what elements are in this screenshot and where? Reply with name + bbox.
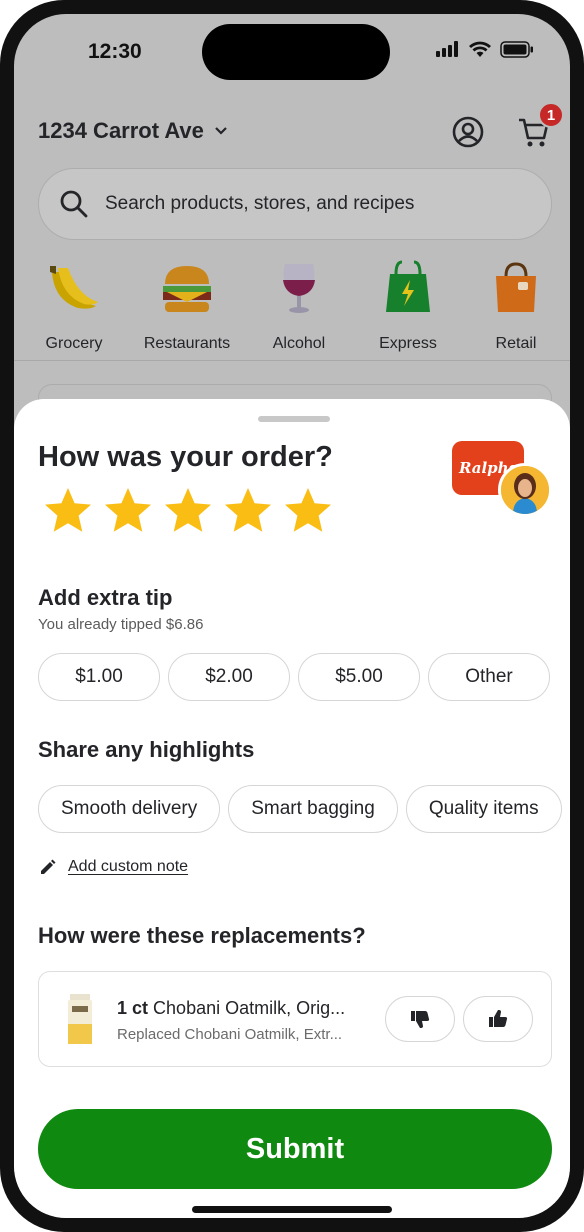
tip-title: Add extra tip <box>38 585 173 610</box>
thumbs-down-button[interactable] <box>385 996 455 1042</box>
category-row: Grocery Restaurants Alcohol Express Reta… <box>14 258 570 362</box>
sheet-grabber[interactable] <box>258 416 330 422</box>
wifi-icon <box>469 41 491 57</box>
battery-icon <box>500 40 533 58</box>
star-icon[interactable] <box>222 485 274 537</box>
thumbs-up-button[interactable] <box>463 996 533 1042</box>
burger-icon <box>163 266 211 312</box>
highlights-title: Share any highlights <box>38 737 255 762</box>
status-time: 12:30 <box>88 40 142 63</box>
account-icon[interactable] <box>450 114 486 150</box>
tip-option-5[interactable]: $5.00 <box>298 653 420 701</box>
star-icon[interactable] <box>282 485 334 537</box>
home-indicator[interactable] <box>192 1206 392 1213</box>
shopper-photo <box>501 466 549 514</box>
category-restaurants[interactable]: Restaurants <box>132 258 242 353</box>
category-label: Grocery <box>45 335 103 352</box>
category-alcohol[interactable]: Alcohol <box>244 258 354 353</box>
tip-subtitle: You already tipped $6.86 <box>38 616 204 633</box>
replacement-product: Chobani Oatmilk, Orig... <box>153 998 346 1018</box>
express-bag-icon <box>386 260 430 312</box>
tip-option-other[interactable]: Other <box>428 653 550 701</box>
banana-icon <box>50 266 98 309</box>
sheet-title: How was your order? <box>38 441 333 473</box>
highlight-smart-bagging[interactable]: Smart bagging <box>228 785 398 833</box>
category-label: Alcohol <box>272 335 326 352</box>
replacement-item-name: 1 ct Chobani Oatmilk, Orig... <box>117 998 345 1019</box>
category-grocery[interactable]: Grocery <box>19 258 129 353</box>
status-icons <box>436 40 534 58</box>
category-label: Retail <box>495 335 537 352</box>
signal-icon <box>436 41 458 57</box>
search-bar[interactable]: Search products, stores, and recipes <box>38 168 552 240</box>
divider <box>14 360 570 361</box>
search-icon <box>60 190 88 218</box>
category-label: Express <box>379 335 437 352</box>
cart-count-badge: 1 <box>538 102 564 128</box>
shopping-bag-icon <box>496 262 536 312</box>
rating-stars <box>42 485 334 537</box>
star-icon[interactable] <box>42 485 94 537</box>
dynamic-island <box>202 24 390 80</box>
screen: 12:30 1234 Carrot Ave 1 Search products,… <box>14 14 570 1218</box>
tip-option-1[interactable]: $1.00 <box>38 653 160 701</box>
add-custom-note-link[interactable]: Add custom note <box>38 857 188 877</box>
replacements-title: How were these replacements? <box>38 923 366 948</box>
phone-frame: 12:30 1234 Carrot Ave 1 Search products,… <box>0 0 584 1232</box>
wine-glass-icon <box>283 264 315 313</box>
tip-option-2[interactable]: $2.00 <box>168 653 290 701</box>
chevron-down-icon <box>215 127 227 135</box>
rating-sheet: How was your order? Ralphs Add extra tip… <box>14 399 570 1218</box>
shopper-avatar <box>498 463 552 517</box>
highlight-quality-items[interactable]: Quality items <box>405 785 562 833</box>
custom-note-label: Add custom note <box>68 858 189 875</box>
pencil-icon <box>41 859 56 874</box>
address-selector[interactable]: 1234 Carrot Ave <box>38 118 228 144</box>
search-placeholder: Search products, stores, and recipes <box>105 193 415 214</box>
tip-options: $1.00 $2.00 $5.00 Other <box>38 653 550 701</box>
highlight-smooth-delivery[interactable]: Smooth delivery <box>38 785 221 833</box>
product-image <box>68 994 92 1044</box>
address-label: 1234 Carrot Ave <box>38 118 204 143</box>
thumbs-up-icon <box>489 1010 508 1027</box>
submit-button[interactable]: Submit <box>38 1109 552 1189</box>
star-icon[interactable] <box>102 485 154 537</box>
highlight-options: Smooth delivery Smart bagging Quality it… <box>38 785 562 833</box>
replacement-original: Replaced Chobani Oatmilk, Extr... <box>117 1026 343 1043</box>
star-icon[interactable] <box>162 485 214 537</box>
thumbs-down-icon <box>411 1011 430 1028</box>
replacement-qty: 1 ct <box>117 998 149 1018</box>
category-label: Restaurants <box>143 335 231 352</box>
replacement-item: 1 ct Chobani Oatmilk, Orig... Replaced C… <box>38 971 552 1067</box>
category-retail[interactable]: Retail <box>461 258 570 353</box>
category-express[interactable]: Express <box>353 258 463 353</box>
